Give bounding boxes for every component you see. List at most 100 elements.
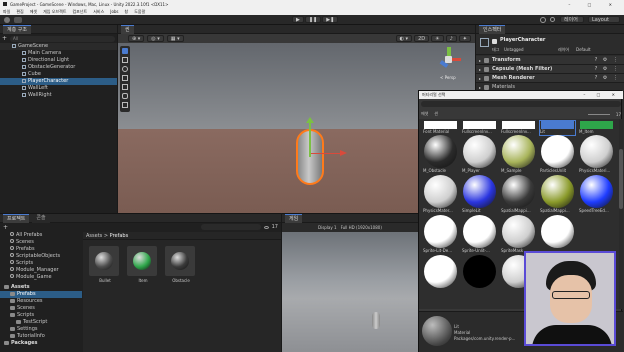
- material-item[interactable]: M_Sample: [501, 135, 536, 174]
- material-item[interactable]: M_Item: [579, 121, 614, 135]
- prefab-asset[interactable]: Item: [127, 246, 159, 283]
- resolution-dropdown[interactable]: Full HD (1920x1080): [341, 225, 382, 230]
- tag-dropdown[interactable]: Untagged: [504, 47, 524, 52]
- component-menu-icon[interactable]: ? ⚙ ⋮: [595, 56, 620, 64]
- scale-tool-icon[interactable]: [122, 75, 128, 81]
- material-item[interactable]: M_Player: [462, 135, 497, 174]
- window-controls[interactable]: – □ ✕: [568, 2, 620, 7]
- material-item[interactable]: M_Obstacle: [423, 135, 458, 174]
- material-item[interactable]: [540, 215, 575, 248]
- material-item[interactable]: PhysicsMater...: [423, 175, 458, 214]
- menu-item[interactable]: 에셋: [30, 9, 37, 15]
- material-item[interactable]: SimpleLit: [462, 175, 497, 214]
- gizmo-global-dropdown[interactable]: ◎ ▾: [147, 35, 164, 42]
- asset-folder[interactable]: Settings: [0, 326, 82, 333]
- display-dropdown[interactable]: Display 1: [318, 225, 337, 230]
- rotate-tool-icon[interactable]: [122, 66, 128, 72]
- material-item[interactable]: SpriteMask: [501, 215, 536, 254]
- pause-button[interactable]: ❚❚: [304, 16, 322, 23]
- gizmo-x-axis[interactable]: [311, 153, 341, 154]
- play-button[interactable]: ▶: [292, 16, 304, 23]
- asset-folder[interactable]: TestScript: [0, 319, 82, 326]
- tab-console[interactable]: 콘솔: [32, 213, 50, 223]
- tab-project[interactable]: 프로젝트: [3, 213, 30, 223]
- rect-tool-icon[interactable]: [122, 84, 128, 90]
- material-item[interactable]: SpatialMappi...: [501, 175, 536, 214]
- gizmo-pivot-dropdown[interactable]: ⊕ ▾: [128, 35, 145, 42]
- tab-scene[interactable]: 씬: [121, 24, 134, 34]
- menu-item[interactable]: 창: [125, 9, 129, 15]
- component-menu-icon[interactable]: ? ⚙ ⋮: [595, 65, 620, 73]
- custom-tool-icon[interactable]: [122, 102, 128, 108]
- favorites-item[interactable]: ScriptableObjects: [0, 253, 82, 260]
- material-item[interactable]: [462, 255, 497, 288]
- active-checkbox[interactable]: [492, 39, 497, 44]
- transform-tool-icon[interactable]: [122, 93, 128, 99]
- menu-item[interactable]: Jobs: [110, 9, 118, 14]
- hierarchy-item[interactable]: Directional Light: [0, 57, 117, 64]
- menu-item[interactable]: 서비스: [93, 9, 104, 15]
- breadcrumb-prefabs[interactable]: Prefabs: [110, 233, 129, 239]
- asset-folder[interactable]: Prefabs: [0, 291, 82, 298]
- favorites-item[interactable]: Scenes: [0, 239, 82, 246]
- project-search-input[interactable]: [200, 224, 261, 230]
- layout-dropdown[interactable]: Layout: [588, 16, 620, 23]
- shading-dropdown[interactable]: ◐ ▾: [395, 35, 413, 42]
- history-icon[interactable]: [540, 17, 546, 23]
- add-asset-icon[interactable]: +: [3, 224, 8, 231]
- tab-hierarchy[interactable]: 계층 구조: [3, 24, 31, 34]
- material-item[interactable]: Font Material: [423, 121, 458, 135]
- step-button[interactable]: ▶❚: [322, 16, 339, 23]
- menu-item[interactable]: 게임 오브젝트: [43, 9, 66, 15]
- component-header[interactable]: ▸ Transform? ⚙ ⋮: [476, 56, 624, 65]
- picker-zoom-slider[interactable]: [587, 113, 610, 115]
- favorites-item[interactable]: Prefabs: [0, 246, 82, 253]
- material-item[interactable]: Sprite-Unlit-...: [462, 215, 497, 254]
- picker-scrollbar[interactable]: [619, 119, 623, 309]
- persp-label[interactable]: < Persp: [440, 75, 456, 80]
- component-header[interactable]: ▸ Capsule (Mesh Filter)? ⚙ ⋮: [476, 65, 624, 74]
- add-icon[interactable]: +: [2, 35, 7, 42]
- material-item[interactable]: FullscreenInv...: [501, 121, 536, 135]
- material-item[interactable]: Sprite-Lit-De...: [423, 215, 458, 254]
- gizmo-x-arrow-icon[interactable]: [340, 150, 347, 156]
- menu-item[interactable]: 컴포넌트: [72, 9, 87, 15]
- gizmo-y-arrow-icon[interactable]: [306, 117, 314, 123]
- assets-root[interactable]: Assets: [0, 284, 82, 291]
- hierarchy-item[interactable]: WallRight: [0, 92, 117, 99]
- cloud-icon[interactable]: [14, 17, 22, 23]
- component-menu-icon[interactable]: ? ⚙ ⋮: [595, 74, 620, 82]
- breadcrumb-assets[interactable]: Assets: [86, 233, 102, 239]
- menu-item[interactable]: 파일: [3, 9, 10, 15]
- material-item[interactable]: Lit: [539, 120, 576, 136]
- tab-game[interactable]: 게임: [285, 213, 303, 223]
- favorites-all-prefabs[interactable]: All Prefabs: [0, 232, 82, 239]
- search-icon[interactable]: [550, 17, 555, 22]
- hierarchy-item[interactable]: ObstacleGenerator: [0, 64, 117, 71]
- component-header[interactable]: ▸ Mesh Renderer? ⚙ ⋮: [476, 74, 624, 83]
- material-item[interactable]: [423, 255, 458, 288]
- material-item[interactable]: ParticlesUnlit: [540, 135, 575, 174]
- prefab-asset[interactable]: Obstacle: [165, 246, 197, 283]
- layer-dropdown[interactable]: Default: [576, 47, 591, 52]
- asset-folder[interactable]: TutorialInfo: [0, 333, 82, 340]
- material-item[interactable]: SpatialMappi...: [540, 175, 575, 214]
- lighting-toggle[interactable]: ☀: [431, 35, 444, 42]
- tab-inspector[interactable]: 인스펙터: [479, 24, 506, 34]
- favorites-item[interactable]: Module_Manager: [0, 267, 82, 274]
- hierarchy-item[interactable]: PlayerCharacter: [0, 78, 117, 85]
- account-icon[interactable]: [4, 17, 10, 23]
- packages-root[interactable]: Packages: [0, 340, 82, 347]
- asset-folder[interactable]: Scenes: [0, 305, 82, 312]
- asset-folder[interactable]: Scripts: [0, 312, 82, 319]
- scene-root[interactable]: GameScene: [0, 43, 117, 50]
- gizmo-y-axis[interactable]: [309, 121, 311, 157]
- grid-dropdown[interactable]: ▦ ▾: [166, 35, 184, 42]
- eye-icon[interactable]: [263, 225, 269, 229]
- layers-dropdown[interactable]: 레이어: [560, 16, 584, 23]
- prefab-asset[interactable]: Bullet: [89, 246, 121, 283]
- menu-item[interactable]: 도움말: [134, 9, 145, 15]
- hierarchy-search-input[interactable]: All: [10, 35, 115, 42]
- picker-window-controls[interactable]: – □ ✕: [583, 91, 620, 99]
- 2d-toggle[interactable]: 2D: [414, 35, 430, 42]
